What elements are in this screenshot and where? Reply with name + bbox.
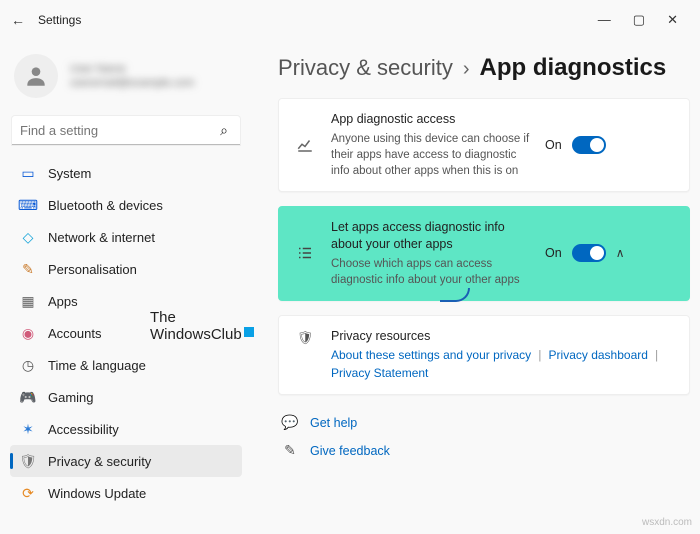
link-about-settings[interactable]: About these settings and your privacy (331, 348, 531, 362)
bluetooth-icon: ⌨ (20, 197, 36, 213)
sidebar-item-apps[interactable]: ▦Apps (10, 285, 242, 317)
sidebar-item-privacy[interactable]: 🛡Privacy & security (10, 445, 242, 477)
sidebar-item-system[interactable]: ▭System (10, 157, 242, 189)
profile-text: User Name useremail@example.com (70, 62, 194, 91)
shield-privacy-icon: 🛡 (293, 328, 317, 346)
get-help-row[interactable]: 💬 Get help (278, 409, 690, 437)
update-icon: ⟳ (20, 485, 36, 501)
page-title: App diagnostics (480, 54, 667, 82)
feedback-icon: ✎ (282, 443, 298, 459)
clock-icon: ◷ (20, 357, 36, 373)
search-box[interactable]: ⌕ (12, 116, 240, 145)
brush-icon: ✎ (20, 261, 36, 277)
avatar (14, 54, 58, 98)
maximize-button[interactable]: ▢ (633, 12, 645, 28)
card1-title: App diagnostic access (331, 111, 531, 129)
shield-icon: 🛡 (20, 453, 36, 469)
search-input[interactable] (20, 123, 216, 138)
profile-block[interactable]: User Name useremail@example.com (10, 48, 242, 112)
chevron-up-icon[interactable]: ∧ (616, 246, 625, 260)
breadcrumb: Privacy & security › App diagnostics (278, 54, 690, 82)
chart-icon (293, 136, 317, 154)
get-help-link[interactable]: Get help (310, 416, 357, 430)
list-icon (293, 244, 317, 262)
wifi-icon: ◇ (20, 229, 36, 245)
system-icon: ▭ (20, 165, 36, 181)
help-icon: 💬 (282, 415, 298, 431)
main-pane: Privacy & security › App diagnostics App… (252, 40, 700, 534)
toggle-diagnostic-access[interactable] (572, 136, 606, 154)
sidebar-item-update[interactable]: ⟳Windows Update (10, 477, 242, 509)
card-let-apps-access[interactable]: Let apps access diagnostic info about yo… (278, 206, 690, 301)
link-privacy-statement[interactable]: Privacy Statement (331, 366, 428, 380)
search-icon: ⌕ (216, 122, 232, 138)
nav-list: ▭System ⌨Bluetooth & devices ◇Network & … (10, 157, 242, 509)
window-title: Settings (38, 13, 81, 27)
close-button[interactable]: ✕ (667, 12, 678, 28)
gaming-icon: 🎮 (20, 389, 36, 405)
card2-state: On (545, 246, 562, 260)
apps-icon: ▦ (20, 293, 36, 309)
card1-state: On (545, 138, 562, 152)
accessibility-icon: ✶ (20, 421, 36, 437)
card-app-diagnostic-access[interactable]: App diagnostic access Anyone using this … (278, 98, 690, 192)
chevron-right-icon: › (463, 58, 470, 81)
accounts-icon: ◉ (20, 325, 36, 341)
feedback-link[interactable]: Give feedback (310, 444, 390, 458)
card-privacy-resources: 🛡 Privacy resources About these settings… (278, 315, 690, 395)
card3-title: Privacy resources (331, 328, 675, 346)
card1-desc: Anyone using this device can choose if t… (331, 131, 531, 179)
sidebar-item-time[interactable]: ◷Time & language (10, 349, 242, 381)
breadcrumb-parent[interactable]: Privacy & security (278, 55, 453, 81)
sidebar-item-network[interactable]: ◇Network & internet (10, 221, 242, 253)
sidebar-item-bluetooth[interactable]: ⌨Bluetooth & devices (10, 189, 242, 221)
toggle-let-apps-access[interactable] (572, 244, 606, 262)
sidebar-item-gaming[interactable]: 🎮Gaming (10, 381, 242, 413)
sidebar-item-accessibility[interactable]: ✶Accessibility (10, 413, 242, 445)
card2-title: Let apps access diagnostic info about yo… (331, 219, 531, 254)
sidebar: User Name useremail@example.com ⌕ ▭Syste… (0, 40, 252, 534)
sidebar-item-accounts[interactable]: ◉Accounts (10, 317, 242, 349)
titlebar: ← Settings — ▢ ✕ (0, 0, 700, 40)
back-button[interactable]: ← (8, 12, 28, 28)
minimize-button[interactable]: — (598, 12, 611, 28)
sidebar-item-personalisation[interactable]: ✎Personalisation (10, 253, 242, 285)
card2-desc: Choose which apps can access diagnostic … (331, 256, 531, 288)
feedback-row[interactable]: ✎ Give feedback (278, 437, 690, 465)
link-privacy-dashboard[interactable]: Privacy dashboard (549, 348, 648, 362)
